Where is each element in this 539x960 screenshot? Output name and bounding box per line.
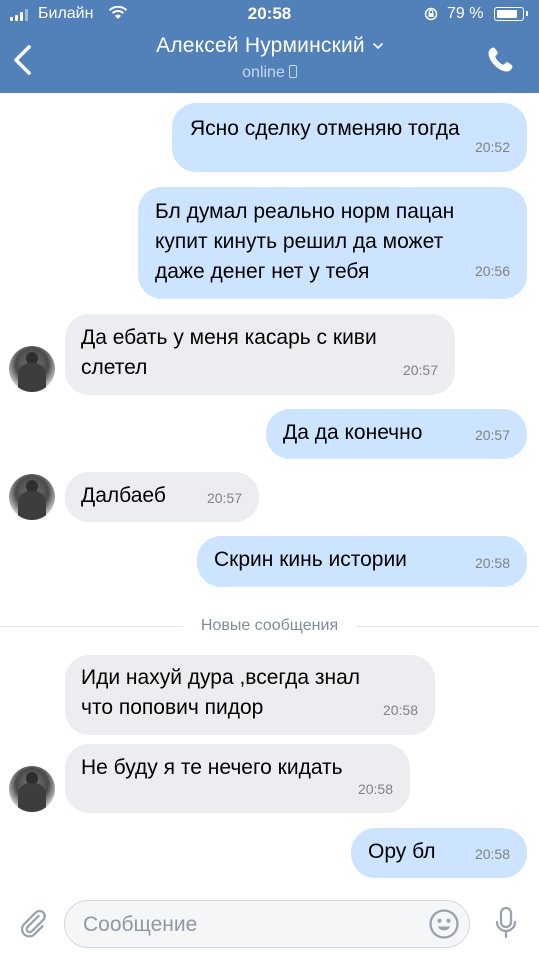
battery-icon [494,7,528,21]
message-input-placeholder: Сообщение [83,913,198,936]
contact-name: Алексей Нурминский [156,34,365,57]
message-text: Ясно сделку отменяю тогда [190,117,460,140]
online-status: online [0,64,539,82]
message-time: 20:58 [474,846,510,862]
message-time: 20:58 [357,781,393,797]
message-outgoing[interactable]: Ясно сделку отменяю тогда 20:52 [172,103,527,172]
status-bar: Билайн 20:58 79 % [0,0,539,30]
message-incoming[interactable]: Иди нахуй дура ,всегда знал что попович … [65,655,435,735]
chat-header: Билайн 20:58 79 % Алексей Нурминский onl… [0,0,539,93]
message-time: 20:56 [474,263,510,279]
paperclip-icon[interactable] [17,907,49,939]
message-incoming[interactable]: Далбаеб 20:57 [65,472,259,522]
message-time: 20:52 [474,139,510,155]
battery-percent: 79 % [447,5,484,22]
message-input[interactable]: Сообщение [64,900,470,948]
message-text: Скрин кинь истории [214,548,407,571]
message-incoming[interactable]: Не буду я те нечего кидать 20:58 [65,744,410,813]
message-outgoing[interactable]: Да да конечно 20:57 [266,409,527,459]
rotation-lock-icon [424,7,438,21]
chevron-down-icon [373,43,383,50]
message-outgoing[interactable]: Бл думал реально норм пацан купит кинуть… [138,187,527,299]
contact-avatar[interactable] [9,474,55,520]
message-composer: Сообщение [0,893,539,960]
message-text: Бл думал реально норм пацан купит кинуть… [155,200,455,283]
message-text: Да да конечно [283,421,423,444]
message-list[interactable]: Ясно сделку отменяю тогда 20:52 Бл думал… [0,93,539,893]
message-time: 20:58 [382,702,418,718]
smiley-icon[interactable] [428,908,460,940]
message-text: Далбаеб [81,484,166,507]
contact-avatar[interactable] [9,346,55,392]
call-button[interactable] [484,44,516,76]
message-outgoing[interactable]: Скрин кинь истории 20:58 [197,536,527,587]
message-text: Да ебать у меня касарь с киви слетел [81,326,377,379]
message-text: Не буду я те нечего кидать [81,756,343,779]
message-outgoing[interactable]: Ору бл 20:58 [351,828,527,878]
contact-avatar[interactable] [9,766,55,812]
new-messages-label: Новые сообщения [0,617,539,635]
microphone-icon[interactable] [494,906,518,942]
message-time: 20:57 [402,362,438,378]
online-status-text: online [242,64,285,81]
message-text: Иди нахуй дура ,всегда знал что попович … [81,666,361,719]
message-incoming[interactable]: Да ебать у меня касарь с киви слетел 20:… [65,314,455,395]
message-text: Ору бл [368,840,436,863]
message-time: 20:57 [474,427,510,443]
mobile-device-icon [288,65,297,78]
message-time: 20:57 [206,490,242,506]
message-time: 20:58 [474,555,510,571]
contact-title[interactable]: Алексей Нурминский [0,34,539,58]
